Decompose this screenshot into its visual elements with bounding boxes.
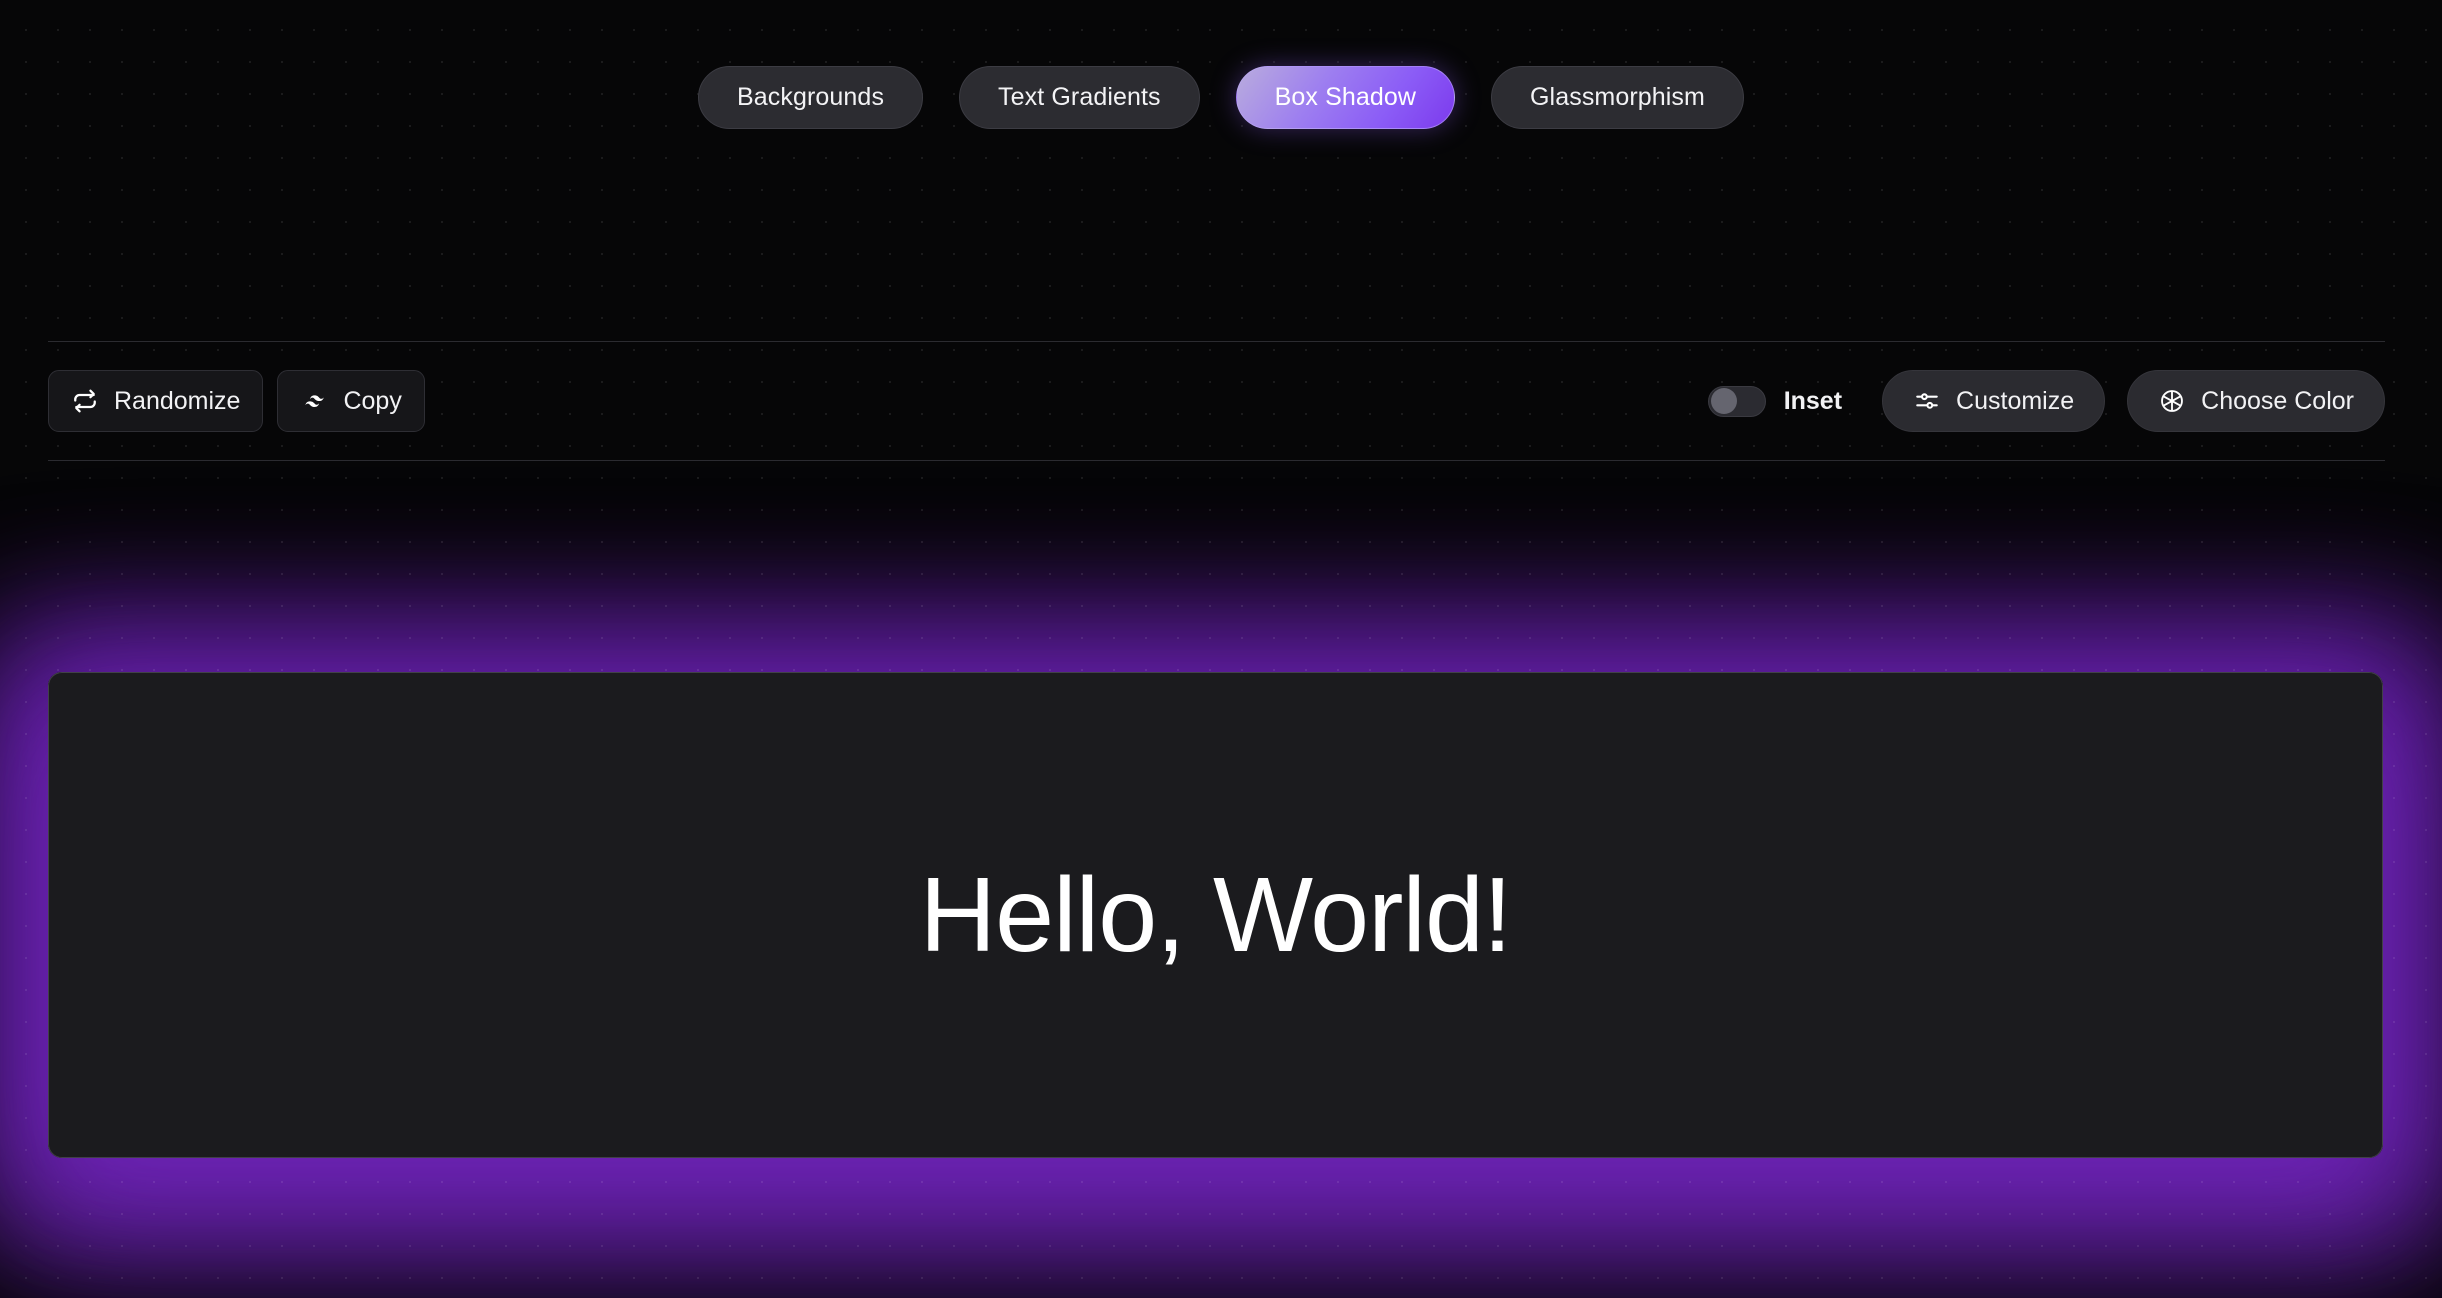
controls-toolbar: Randomize Copy Inset Customize Choose Co… <box>48 341 2385 461</box>
tab-box-shadow[interactable]: Box Shadow <box>1235 66 1456 129</box>
toolbar-right-group: Inset Customize Choose Color <box>1707 370 2385 432</box>
tab-label: Backgrounds <box>737 83 885 111</box>
tab-bar: Backgrounds Text Gradients Box Shadow Gl… <box>0 66 2442 129</box>
refresh-cycle-icon <box>71 387 99 415</box>
randomize-label: Randomize <box>114 386 241 415</box>
choose-color-button[interactable]: Choose Color <box>2127 370 2385 432</box>
tab-backgrounds[interactable]: Backgrounds <box>698 66 924 129</box>
tab-label: Glassmorphism <box>1530 83 1705 111</box>
copy-button[interactable]: Copy <box>277 370 425 432</box>
toolbar-left-group: Randomize Copy <box>48 370 425 432</box>
tab-label: Box Shadow <box>1274 83 1417 111</box>
randomize-button[interactable]: Randomize <box>48 370 264 432</box>
inset-toggle[interactable] <box>1707 385 1766 417</box>
toggle-knob <box>1710 388 1737 414</box>
tab-text-gradients[interactable]: Text Gradients <box>959 66 1200 129</box>
color-wheel-icon <box>2158 387 2186 415</box>
box-shadow-generator-app: Backgrounds Text Gradients Box Shadow Gl… <box>0 0 2442 1298</box>
inset-label: Inset <box>1783 386 1843 415</box>
shadow-preview-card: Hello, World! <box>48 672 2383 1158</box>
customize-button[interactable]: Customize <box>1882 370 2106 432</box>
layers-icon <box>300 387 328 415</box>
choose-color-label: Choose Color <box>2201 386 2354 415</box>
copy-label: Copy <box>343 386 402 415</box>
inset-control: Inset <box>1707 385 1843 417</box>
tab-label: Text Gradients <box>998 83 1161 111</box>
sliders-icon <box>1913 387 1941 415</box>
tab-glassmorphism[interactable]: Glassmorphism <box>1491 66 1744 129</box>
preview-text: Hello, World! <box>919 856 1513 974</box>
customize-label: Customize <box>1956 386 2075 415</box>
